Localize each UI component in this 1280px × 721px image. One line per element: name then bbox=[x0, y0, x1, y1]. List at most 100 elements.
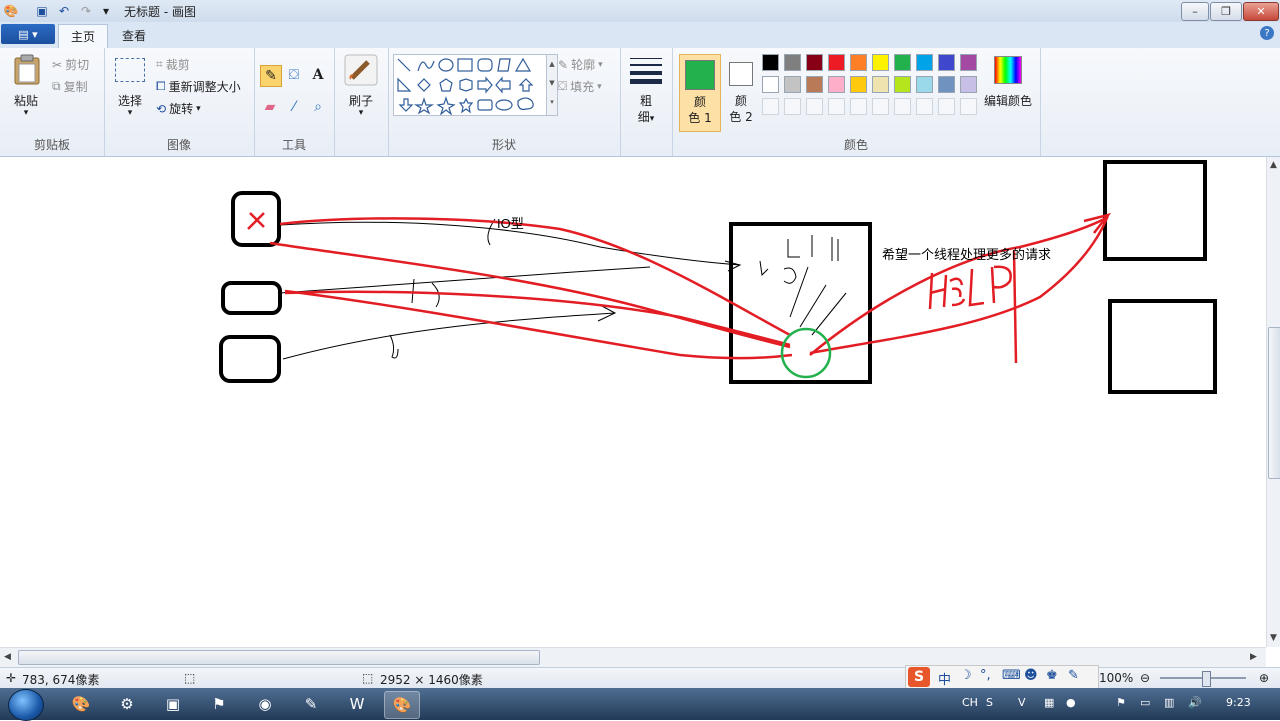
palette-swatch[interactable] bbox=[806, 54, 823, 71]
text-tool-icon[interactable]: A bbox=[308, 65, 328, 85]
tray-antivirus-icon[interactable]: V bbox=[1018, 696, 1026, 709]
brush-icon[interactable] bbox=[344, 54, 378, 86]
palette-swatch[interactable] bbox=[850, 76, 867, 93]
outline-button[interactable]: ✎ 轮廓 ▾ bbox=[558, 56, 603, 73]
taskbar-paint-palette-icon[interactable]: 🎨 bbox=[64, 691, 98, 717]
taskbar-save-icon[interactable]: ▣ bbox=[156, 691, 190, 717]
maximize-button[interactable]: ❐ bbox=[1210, 2, 1242, 21]
palette-swatch-empty[interactable] bbox=[872, 98, 889, 115]
select-icon[interactable] bbox=[115, 58, 145, 82]
tools-wrench-icon[interactable]: ✎ bbox=[1068, 668, 1079, 683]
start-button[interactable] bbox=[8, 689, 44, 721]
help-icon[interactable]: ? bbox=[1260, 26, 1274, 40]
undo-icon[interactable]: ↶ bbox=[56, 3, 72, 19]
fill-button[interactable]: ⛋ 填充 ▾ bbox=[558, 78, 602, 95]
palette-swatch-empty[interactable] bbox=[960, 98, 977, 115]
minimize-button[interactable]: – bbox=[1181, 2, 1209, 21]
zoom-in-icon[interactable]: ⊕ bbox=[1259, 671, 1269, 685]
eraser-icon[interactable]: ▰ bbox=[260, 97, 280, 117]
ime-mode[interactable]: 中 bbox=[938, 669, 951, 688]
drawing-canvas[interactable]: IO型 希望一个线程处理更多的请求 bbox=[0, 157, 1266, 647]
scroll-left-icon[interactable]: ◀ bbox=[4, 652, 11, 662]
file-menu-button[interactable]: ▤ ▾ bbox=[1, 24, 55, 44]
horizontal-scrollbar[interactable]: ◀ ▶ bbox=[0, 647, 1266, 667]
horizontal-scroll-thumb[interactable] bbox=[18, 650, 540, 665]
palette-swatch[interactable] bbox=[806, 76, 823, 93]
palette-swatch[interactable] bbox=[762, 76, 779, 93]
customize-quick-access-icon[interactable]: ▾ bbox=[98, 3, 114, 19]
palette-swatch[interactable] bbox=[960, 76, 977, 93]
clock[interactable]: 9:23 bbox=[1226, 696, 1251, 709]
tray-volume-icon[interactable]: 🔊 bbox=[1188, 696, 1202, 709]
user-icon[interactable]: ☻ bbox=[1024, 668, 1038, 683]
redo-icon[interactable]: ↷ bbox=[78, 3, 94, 19]
cut-button[interactable]: ✂ 剪切 bbox=[52, 56, 89, 73]
resize-button[interactable]: ⧠ 重新调整大小 bbox=[156, 78, 241, 95]
tray-sogou-icon[interactable]: S bbox=[986, 696, 993, 709]
palette-swatch-empty[interactable] bbox=[916, 98, 933, 115]
color-picker-icon[interactable]: ⁄ bbox=[284, 97, 304, 117]
palette-swatch-empty[interactable] bbox=[784, 98, 801, 115]
palette-swatch[interactable] bbox=[872, 76, 889, 93]
edit-colors-icon[interactable] bbox=[994, 56, 1022, 84]
size-label-1[interactable]: 粗 bbox=[626, 92, 666, 109]
palette-swatch[interactable] bbox=[828, 76, 845, 93]
vertical-scrollbar[interactable]: ▲ ▼ bbox=[1266, 157, 1280, 647]
edit-colors-button[interactable]: 编辑颜色 bbox=[984, 92, 1032, 109]
palette-swatch[interactable] bbox=[894, 76, 911, 93]
taskbar-notepad-icon[interactable]: ✎ bbox=[294, 691, 328, 717]
save-icon[interactable]: ▣ bbox=[34, 3, 50, 19]
keyboard-icon[interactable]: ⌨ bbox=[1002, 668, 1021, 683]
palette-swatch-empty[interactable] bbox=[850, 98, 867, 115]
taskbar-chrome-icon[interactable]: ◉ bbox=[248, 691, 282, 717]
select-dropdown-icon[interactable]: ▾ bbox=[110, 108, 150, 118]
sogou-icon[interactable]: S bbox=[908, 667, 930, 687]
vertical-scroll-thumb[interactable] bbox=[1268, 327, 1280, 479]
palette-swatch-empty[interactable] bbox=[828, 98, 845, 115]
tray-display-icon[interactable]: ▭ bbox=[1140, 696, 1150, 709]
tray-app-icon[interactable]: ▦ bbox=[1044, 696, 1054, 709]
palette-swatch[interactable] bbox=[784, 76, 801, 93]
tray-record-icon[interactable]: ● bbox=[1066, 696, 1076, 709]
fill-bucket-icon[interactable]: ⛋ bbox=[284, 65, 304, 85]
color1-button[interactable]: 颜 色 1 bbox=[679, 54, 721, 132]
close-button[interactable]: ✕ bbox=[1243, 2, 1279, 21]
paste-dropdown-icon[interactable]: ▾ bbox=[8, 108, 44, 118]
zoom-out-icon[interactable]: ⊖ bbox=[1140, 671, 1150, 685]
scroll-right-icon[interactable]: ▶ bbox=[1250, 652, 1257, 662]
palette-swatch-empty[interactable] bbox=[762, 98, 779, 115]
taskbar-word-icon[interactable]: W bbox=[340, 691, 374, 717]
palette-swatch[interactable] bbox=[828, 54, 845, 71]
taskbar-network-icon[interactable]: ⚑ bbox=[202, 691, 236, 717]
crop-button[interactable]: ⌗ 裁剪 bbox=[156, 56, 190, 73]
palette-swatch[interactable] bbox=[872, 54, 889, 71]
palette-swatch[interactable] bbox=[938, 54, 955, 71]
palette-swatch-empty[interactable] bbox=[894, 98, 911, 115]
size-button[interactable]: 细▾ bbox=[626, 108, 666, 125]
palette-swatch[interactable] bbox=[916, 76, 933, 93]
palette-swatch-empty[interactable] bbox=[938, 98, 955, 115]
palette-swatch[interactable] bbox=[894, 54, 911, 71]
pencil-icon[interactable]: ✎ bbox=[260, 65, 282, 87]
half-width-icon[interactable]: ☽ bbox=[960, 668, 972, 683]
tray-action-center-icon[interactable]: ⚑ bbox=[1116, 696, 1126, 709]
paste-icon[interactable] bbox=[12, 54, 42, 86]
shapes-scroll-icon[interactable]: ▲ ▼ ▾ bbox=[546, 54, 558, 116]
palette-swatch[interactable] bbox=[916, 54, 933, 71]
palette-swatch-empty[interactable] bbox=[806, 98, 823, 115]
color2-button[interactable]: 颜 色 2 bbox=[721, 54, 761, 130]
tray-network-icon[interactable]: ▥ bbox=[1164, 696, 1174, 709]
scroll-down-icon[interactable]: ▼ bbox=[1270, 633, 1277, 643]
line-width-icon[interactable] bbox=[630, 56, 662, 84]
palette-swatch[interactable] bbox=[762, 54, 779, 71]
magnifier-icon[interactable]: ⌕ bbox=[308, 97, 328, 117]
brush-button[interactable]: 刷子 bbox=[340, 92, 382, 109]
language-indicator[interactable]: CH bbox=[962, 696, 978, 709]
scroll-up-icon[interactable]: ▲ bbox=[1270, 160, 1277, 170]
skin-icon[interactable]: ♚ bbox=[1046, 668, 1058, 683]
tab-home[interactable]: 主页 bbox=[58, 24, 109, 48]
shapes-gallery-icons[interactable] bbox=[394, 55, 546, 116]
palette-swatch[interactable] bbox=[784, 54, 801, 71]
taskbar-settings-icon[interactable]: ⚙ bbox=[110, 691, 144, 717]
zoom-slider-thumb[interactable] bbox=[1202, 671, 1211, 687]
